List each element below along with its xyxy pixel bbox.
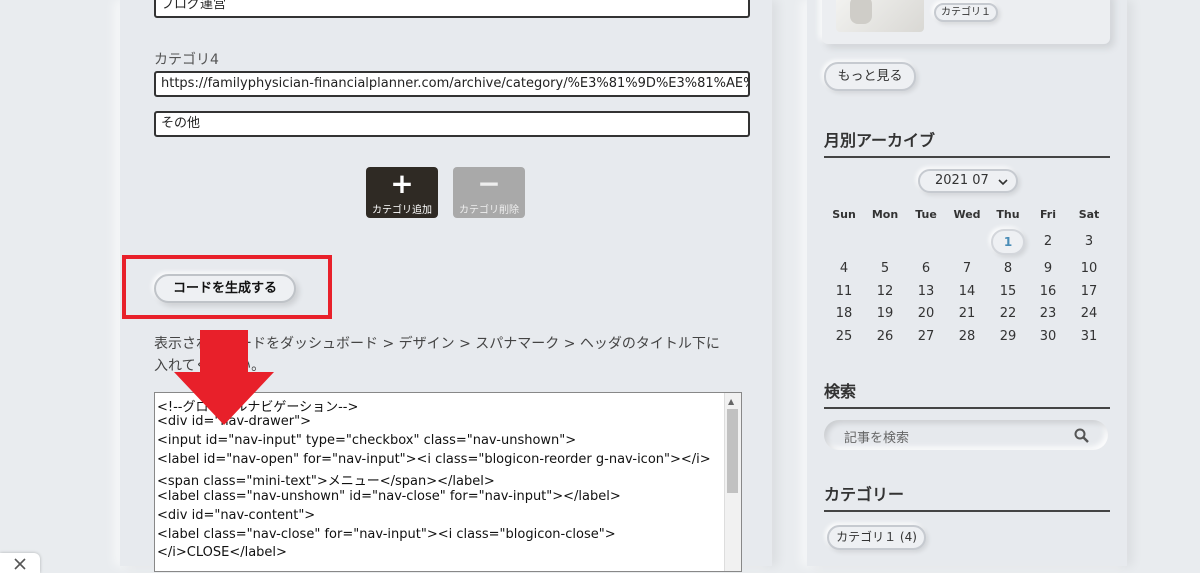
code-line: <div id="nav-content">: [157, 508, 316, 523]
calendar-day: 11: [835, 284, 853, 299]
minus-icon: −: [477, 167, 501, 200]
weekday-label: Sun: [832, 208, 856, 221]
code-line: <label class="nav-close" for="nav-input"…: [157, 527, 616, 542]
calendar-day: 27: [917, 329, 935, 344]
calendar-day: 18: [835, 306, 853, 321]
code-line: <input id="nav-input" type="checkbox" cl…: [157, 433, 577, 448]
code-line: <label class="nav-unshown" id="nav-close…: [157, 489, 621, 504]
code-line: <span class="mini-text">メニュー</span></lab…: [157, 474, 495, 489]
calendar-day: 24: [1080, 306, 1098, 321]
weekday-label: Wed: [953, 208, 981, 221]
search-icon[interactable]: [1074, 428, 1090, 444]
calendar-day: 20: [917, 306, 935, 321]
calendar-day: 13: [917, 284, 935, 299]
category4-label: カテゴリ4: [154, 52, 219, 68]
search-input[interactable]: 記事を検索: [824, 420, 1108, 450]
remove-category-label: カテゴリ削除: [459, 205, 519, 216]
floating-panel-tab[interactable]: [0, 553, 40, 573]
thumbnail-vase: [850, 0, 872, 24]
calendar-day: 22: [999, 306, 1017, 321]
annotation-highlight-box: [122, 255, 332, 319]
calendar-day: 12: [876, 284, 894, 299]
add-category-label: カテゴリ追加: [372, 205, 432, 216]
calendar-day: 31: [1080, 329, 1098, 344]
calendar-day: 30: [1039, 329, 1057, 344]
archive-month-value: 2021 07: [935, 173, 989, 188]
calendar-day: 4: [839, 261, 849, 276]
recent-post-card[interactable]: カテゴリ１: [822, 0, 1110, 44]
weekday-label: Mon: [871, 208, 899, 221]
calendar-day: 17: [1080, 284, 1098, 299]
calendar-day: 19: [876, 306, 894, 321]
code-scrollbar[interactable]: ▲: [724, 393, 741, 571]
calendar-day: 6: [921, 261, 931, 276]
add-category-button[interactable]: + カテゴリ追加: [366, 167, 438, 218]
calendar-day: 15: [999, 284, 1017, 299]
weekday-label: Thu: [996, 208, 1020, 221]
calendar-day: 3: [1084, 234, 1094, 249]
category-heading: カテゴリー: [824, 481, 1110, 512]
code-line: <label id="nav-open" for="nav-input"><i …: [157, 452, 711, 467]
chevron-down-icon: [998, 179, 1008, 186]
category-item[interactable]: カテゴリ１ (4): [827, 525, 926, 550]
search-placeholder: 記事を検索: [844, 431, 910, 446]
calendar-day-link[interactable]: 1: [988, 235, 1028, 249]
calendar-day: 14: [958, 284, 976, 299]
post-category-badge[interactable]: カテゴリ１: [934, 3, 998, 22]
category4-name-field[interactable]: その他: [154, 111, 750, 137]
scroll-up-icon[interactable]: ▲: [728, 397, 734, 406]
plus-icon: +: [390, 167, 414, 200]
code-line: </i>CLOSE</label>: [157, 545, 287, 560]
down-arrow-icon: [174, 330, 274, 425]
calendar-day: 9: [1043, 261, 1053, 276]
calendar-day: 28: [958, 329, 976, 344]
calendar-day: 21: [958, 306, 976, 321]
category3-name-field[interactable]: ブログ運営: [154, 0, 750, 18]
calendar-day: 10: [1080, 261, 1098, 276]
calendar-day: 16: [1039, 284, 1057, 299]
archive-heading: 月別アーカイブ: [824, 127, 1110, 158]
calendar-day: 26: [876, 329, 894, 344]
weekday-label: Tue: [915, 208, 937, 221]
calendar-day: 25: [835, 329, 853, 344]
category4-url-field[interactable]: https://familyphysician-financialplanner…: [154, 71, 750, 97]
remove-category-button[interactable]: − カテゴリ削除: [453, 167, 525, 218]
calendar-day: 7: [962, 261, 972, 276]
calendar-day: 8: [1003, 261, 1013, 276]
weekday-label: Sat: [1078, 208, 1100, 221]
more-button[interactable]: もっと見る: [824, 62, 916, 91]
archive-month-select[interactable]: 2021 07: [918, 169, 1018, 193]
calendar-day: 29: [999, 329, 1017, 344]
weekday-label: Fri: [1039, 208, 1056, 221]
scroll-thumb[interactable]: [727, 409, 738, 493]
calendar-day: 23: [1039, 306, 1057, 321]
search-heading: 検索: [824, 378, 1110, 409]
close-icon[interactable]: [14, 558, 26, 570]
post-thumbnail[interactable]: [836, 0, 924, 32]
calendar-day: 5: [880, 261, 890, 276]
calendar-day: 2: [1043, 234, 1053, 249]
